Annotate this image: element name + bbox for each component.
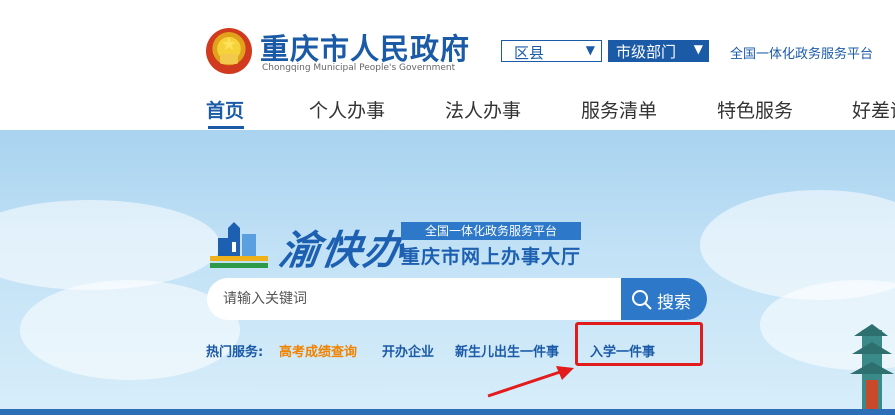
hot-service-gaokao-score[interactable]: 高考成绩查询 [279, 341, 357, 360]
cloud-decoration [0, 200, 220, 290]
search-button[interactable]: 搜索 [621, 278, 707, 320]
site-title[interactable]: 重庆市人民政府 [260, 26, 470, 68]
nav-evaluation[interactable]: 好差评 [852, 96, 895, 123]
hall-logo-icon [210, 222, 268, 268]
department-select-label: 市级部门 [616, 43, 677, 61]
pagoda-decoration [850, 324, 894, 410]
chevron-down-icon: ▼ [585, 43, 595, 57]
hall-name: 重庆市网上办事大厅 [401, 246, 582, 268]
nav-corporate-services[interactable]: 法人办事 [445, 96, 521, 123]
national-emblem-icon: ★ [206, 28, 252, 74]
nav-active-indicator [208, 126, 244, 129]
hall-logo-text: 渝快办 [276, 228, 409, 274]
hot-service-start-business[interactable]: 开办企业 [382, 341, 434, 360]
main-nav: 首页 个人办事 法人办事 服务清单 特色服务 好差评 [0, 88, 895, 130]
site-subtitle: Chongqing Municipal People's Government [262, 63, 456, 73]
highlight-box [575, 322, 703, 366]
district-select[interactable]: 区县 ▼ [501, 40, 602, 62]
district-select-label: 区县 [514, 44, 545, 62]
arrow-icon [487, 366, 574, 398]
nav-personal-services[interactable]: 个人办事 [309, 96, 385, 123]
hot-service-newborn[interactable]: 新生儿出生一件事 [455, 341, 559, 360]
nav-home[interactable]: 首页 [206, 96, 244, 123]
search-icon [632, 290, 652, 310]
hot-services-label: 热门服务: [206, 345, 264, 360]
search-button-label: 搜索 [657, 293, 691, 313]
search-input[interactable] [207, 278, 621, 320]
site-header: ★ 重庆市人民政府 Chongqing Municipal People's G… [0, 0, 895, 130]
banner-bottom-strip [0, 409, 895, 415]
department-select[interactable]: 市级部门 ▼ [608, 40, 709, 62]
nav-featured-services[interactable]: 特色服务 [717, 96, 793, 123]
nav-service-list[interactable]: 服务清单 [581, 96, 657, 123]
hero-banner: 渝快办 全国一体化政务服务平台 重庆市网上办事大厅 搜索 热门服务: 高考成绩查… [0, 130, 895, 415]
hall-logo-tag: 全国一体化政务服务平台 [401, 222, 581, 240]
national-platform-link[interactable]: 全国一体化政务服务平台 [730, 43, 873, 62]
chevron-down-icon: ▼ [693, 42, 703, 56]
